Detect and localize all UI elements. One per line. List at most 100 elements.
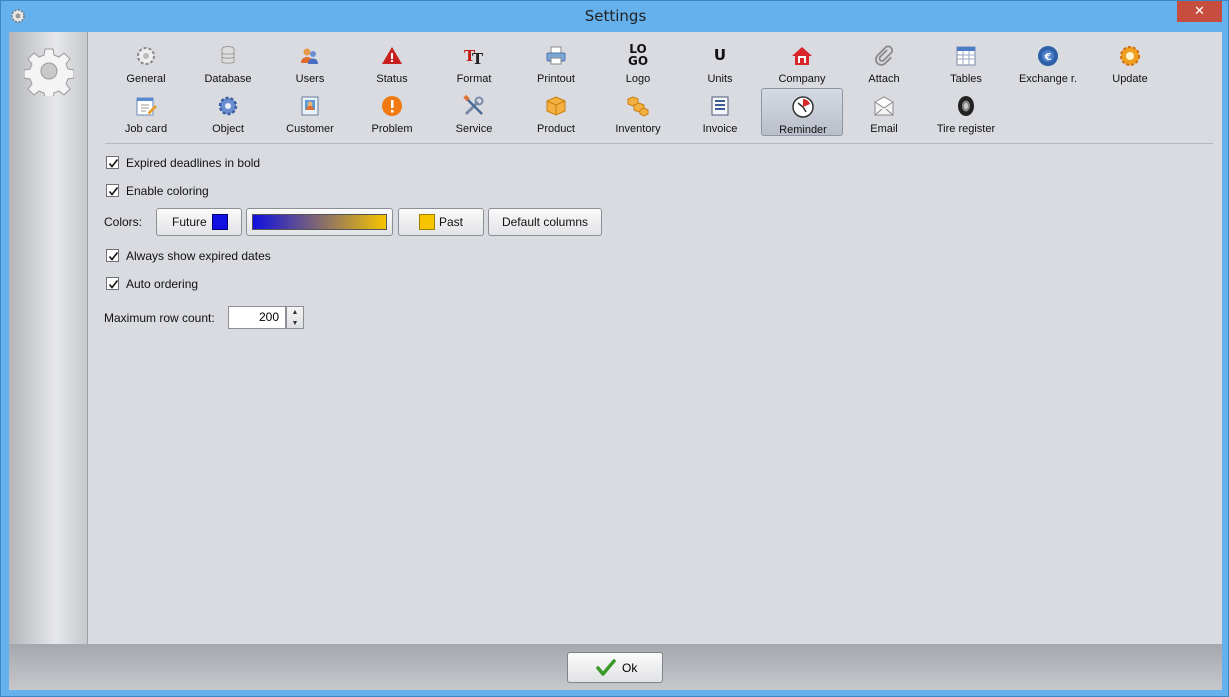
- past-color-swatch: [419, 214, 435, 230]
- settings-gear-icon: [24, 48, 74, 96]
- checkmark-icon: [596, 659, 616, 676]
- tool-label: Company: [778, 73, 826, 85]
- max-row-count-spinner[interactable]: ▲ ▼: [286, 306, 304, 329]
- tool-label: Units: [707, 73, 733, 85]
- gradient-bar: [252, 214, 387, 230]
- tool-label: Database: [204, 73, 252, 85]
- expired-bold-label: Expired deadlines in bold: [126, 156, 261, 170]
- printer-icon: [546, 46, 566, 65]
- job-card-icon: [136, 97, 157, 116]
- tool-customer[interactable]: Customer: [269, 88, 351, 136]
- tool-label: Problem: [371, 123, 413, 135]
- logo-icon: LO GO: [626, 43, 650, 69]
- spin-up-icon[interactable]: ▲: [287, 307, 303, 318]
- update-icon: [1120, 46, 1140, 66]
- settings-client-area: General Database Users Status TT Format …: [9, 32, 1222, 690]
- tool-label: Job card: [124, 123, 168, 135]
- tool-label: General: [126, 73, 166, 85]
- users-icon: [301, 48, 318, 64]
- checkmark-icon: [108, 159, 119, 168]
- tool-label: Email: [870, 123, 898, 135]
- always-show-expired-label: Always show expired dates: [126, 249, 271, 263]
- tool-inventory[interactable]: Inventory: [597, 88, 679, 136]
- tool-label: Service: [455, 123, 493, 135]
- cog-icon: [218, 96, 238, 116]
- tool-label: Product: [537, 123, 575, 135]
- tools-icon: [463, 94, 484, 116]
- tool-email[interactable]: Email: [843, 88, 925, 136]
- exclamation-icon: [382, 96, 402, 116]
- logo-icon-bottom: GO: [627, 54, 649, 68]
- tool-object[interactable]: Object: [187, 88, 269, 136]
- enable-coloring-label: Enable coloring: [126, 184, 209, 198]
- spin-down-icon[interactable]: ▼: [287, 318, 303, 329]
- dialog-footer: Ok: [9, 644, 1222, 690]
- boxes-icon: [627, 96, 649, 117]
- tool-users[interactable]: Users: [269, 38, 351, 86]
- left-panel: [9, 32, 88, 644]
- database-icon: [221, 46, 235, 64]
- max-row-count-label: Maximum row count:: [104, 311, 215, 325]
- title-bar: Settings ✕: [1, 1, 1229, 32]
- ok-button[interactable]: Ok: [567, 652, 663, 683]
- tool-label: Invoice: [702, 123, 738, 135]
- tool-problem[interactable]: Problem: [351, 88, 433, 136]
- tire-icon: [958, 96, 974, 116]
- tool-label: Reminder: [779, 124, 827, 136]
- tool-tables[interactable]: Tables: [925, 38, 1007, 86]
- expired-bold-checkbox[interactable]: [106, 156, 119, 169]
- tool-job-card[interactable]: Job card: [105, 88, 187, 136]
- tool-database[interactable]: Database: [187, 38, 269, 86]
- tool-service[interactable]: Service: [433, 88, 515, 136]
- always-show-expired-checkbox[interactable]: [106, 249, 119, 262]
- colors-label: Colors:: [104, 215, 143, 229]
- svg-text:T: T: [472, 50, 484, 68]
- tool-reminder[interactable]: Reminder: [761, 88, 843, 136]
- future-color-button[interactable]: Future: [156, 208, 242, 236]
- paperclip-icon: [875, 45, 893, 66]
- settings-window: Settings ✕ General Database Users Status…: [0, 0, 1229, 697]
- color-gradient-preview: [246, 208, 393, 236]
- tool-label: Customer: [286, 123, 334, 135]
- settings-category-toolbar: General Database Users Status TT Format …: [89, 32, 1222, 144]
- ok-label: Ok: [622, 661, 638, 675]
- warning-icon: [382, 47, 402, 64]
- window-title: Settings: [584, 7, 647, 25]
- tool-logo[interactable]: LO GO Logo: [597, 38, 679, 86]
- enable-coloring-checkbox[interactable]: [106, 184, 119, 197]
- tool-label: Update: [1112, 73, 1148, 85]
- checkmark-icon: [108, 187, 119, 196]
- svg-text:€: €: [1044, 52, 1052, 63]
- close-button[interactable]: ✕: [1177, 1, 1222, 22]
- table-icon: [956, 46, 976, 66]
- tool-label: Attach: [868, 73, 900, 85]
- max-row-count-input[interactable]: 200: [228, 306, 286, 329]
- future-color-swatch: [212, 214, 228, 230]
- past-color-button[interactable]: Past: [398, 208, 484, 236]
- house-icon: [792, 47, 812, 65]
- tool-label: Logo: [625, 73, 651, 85]
- currency-exchange-icon: €: [1038, 46, 1058, 66]
- tool-label: Inventory: [615, 123, 661, 135]
- tool-units[interactable]: U Units: [679, 38, 761, 86]
- tool-printout[interactable]: Printout: [515, 38, 597, 86]
- auto-ordering-label: Auto ordering: [126, 277, 199, 291]
- tool-update[interactable]: Update: [1089, 38, 1171, 86]
- tool-invoice[interactable]: Invoice: [679, 88, 761, 136]
- default-columns-button[interactable]: Default columns: [488, 208, 602, 236]
- tool-label: Tables: [950, 73, 982, 85]
- tool-label: Object: [212, 123, 244, 135]
- tool-tire-register[interactable]: Tire register: [925, 88, 1007, 136]
- tool-company[interactable]: Company: [761, 38, 843, 86]
- tool-label: Users: [295, 73, 325, 85]
- tool-attach[interactable]: Attach: [843, 38, 925, 86]
- default-columns-label: Default columns: [501, 215, 589, 229]
- font-format-icon: TT: [464, 47, 484, 68]
- tool-general[interactable]: General: [105, 38, 187, 86]
- tool-product[interactable]: Product: [515, 88, 597, 136]
- tool-exchange-rates[interactable]: € Exchange r.: [1007, 38, 1089, 86]
- auto-ordering-checkbox[interactable]: [106, 277, 119, 290]
- tool-status[interactable]: Status: [351, 38, 433, 86]
- envelope-icon: [874, 96, 894, 116]
- tool-format[interactable]: TT Format: [433, 38, 515, 86]
